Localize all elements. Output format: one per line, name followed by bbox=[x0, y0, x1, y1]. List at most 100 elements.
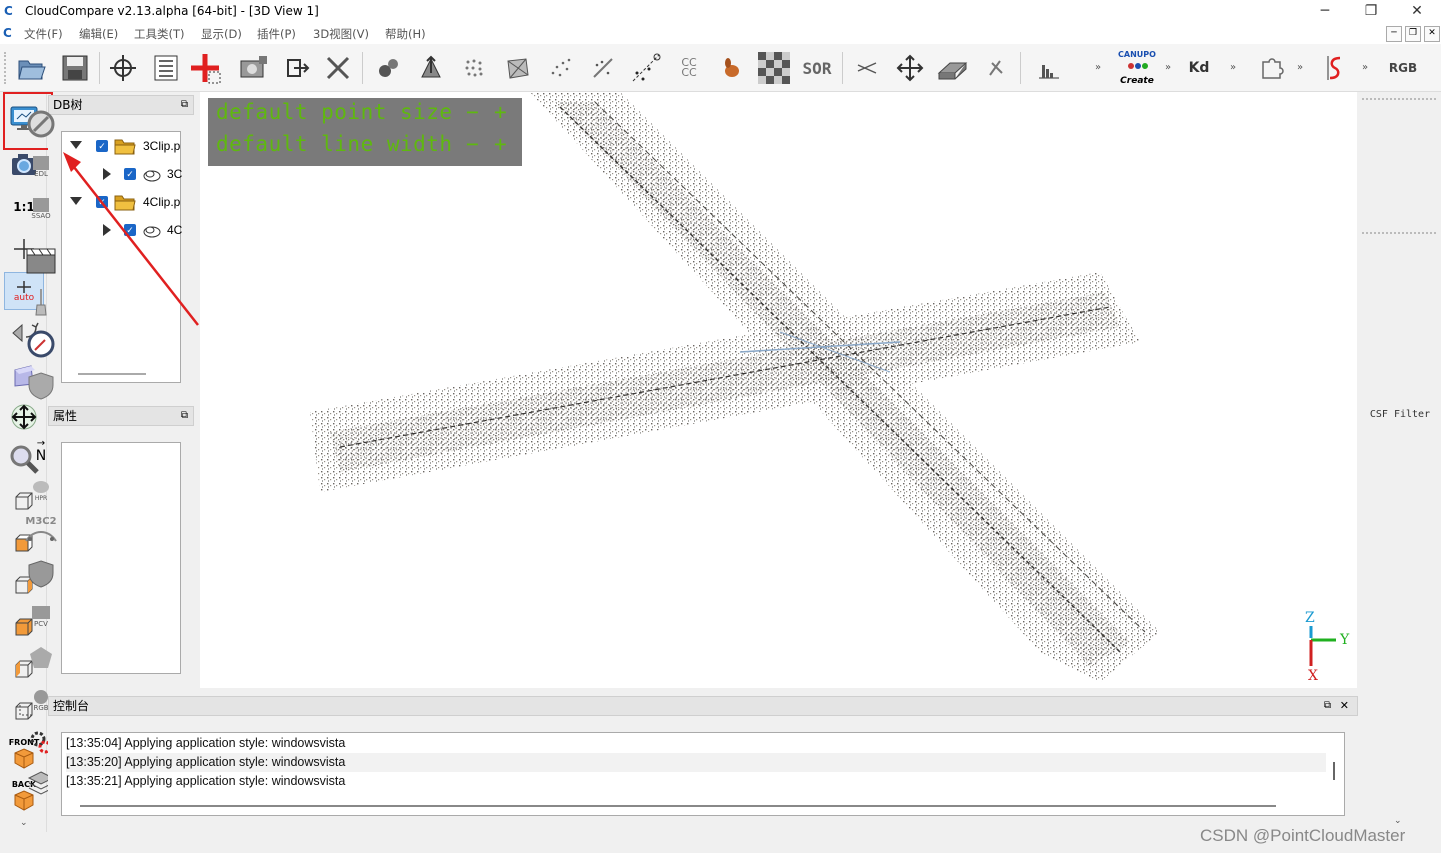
menu-display[interactable]: 显示(D) bbox=[201, 26, 242, 42]
plane-icon[interactable] bbox=[935, 50, 969, 86]
left-toolbar-overflow-icon[interactable]: ⌄ bbox=[20, 818, 28, 828]
add-point-icon[interactable] bbox=[188, 50, 222, 86]
right-toolbar-overflow-icon[interactable]: ⌄ bbox=[1394, 816, 1402, 826]
toolbar-separator bbox=[362, 52, 363, 84]
dbtree-header: DB树 ⧉ bbox=[48, 95, 194, 115]
clone-icon[interactable] bbox=[236, 50, 270, 86]
mdi-close-button[interactable]: ✕ bbox=[1424, 26, 1440, 42]
properties-header: 属性 ⧉ bbox=[48, 406, 194, 426]
dbtree-scrollbar[interactable] bbox=[78, 373, 146, 375]
app-logo-icon: C bbox=[4, 4, 13, 18]
save-icon[interactable] bbox=[58, 50, 92, 86]
float-panel-icon[interactable]: ⧉ bbox=[1324, 697, 1331, 715]
menu-bar: C 文件(F) 编辑(E) 工具类(T) 显示(D) 插件(P) 3D视图(V)… bbox=[0, 24, 1441, 44]
scatter-icon[interactable] bbox=[629, 50, 663, 86]
mesh-icon[interactable] bbox=[500, 50, 534, 86]
maximize-button[interactable]: ❐ bbox=[1348, 0, 1394, 24]
menu-plugins[interactable]: 插件(P) bbox=[257, 26, 296, 42]
ssao-button[interactable]: SSAO bbox=[20, 190, 62, 226]
console-vscrollbar[interactable] bbox=[1333, 762, 1335, 780]
puzzle-icon[interactable] bbox=[1254, 50, 1288, 86]
watermark: CSDN @PointCloudMaster bbox=[1200, 826, 1406, 845]
density-icon[interactable] bbox=[543, 50, 577, 86]
filter-icon[interactable] bbox=[586, 50, 620, 86]
csf-filter-button[interactable]: CSF Filter bbox=[1362, 409, 1438, 420]
mdi-minimize-button[interactable]: ─ bbox=[1386, 26, 1402, 42]
move-icon[interactable] bbox=[893, 50, 927, 86]
menu-tools[interactable]: 工具类(T) bbox=[134, 26, 185, 42]
cc-icon[interactable]: CC CC bbox=[672, 50, 706, 86]
3d-view[interactable] bbox=[200, 92, 1357, 688]
toolbar-separator bbox=[1020, 52, 1021, 84]
point-size-plus-button[interactable]: + bbox=[494, 100, 507, 124]
float-panel-icon[interactable]: ⧉ bbox=[181, 96, 188, 114]
compass-icon[interactable] bbox=[20, 326, 62, 362]
minimize-button[interactable]: ─ bbox=[1302, 0, 1348, 24]
menu-file[interactable]: 文件(F) bbox=[24, 26, 63, 42]
annotation-arrow-icon bbox=[63, 152, 199, 326]
toolbar-grip[interactable] bbox=[1362, 98, 1436, 100]
cut-icon[interactable] bbox=[850, 50, 884, 86]
line-width-minus-button[interactable]: − bbox=[466, 132, 479, 156]
console-title: 控制台 bbox=[53, 699, 90, 713]
export-icon[interactable] bbox=[280, 50, 314, 86]
histogram-icon[interactable] bbox=[1032, 50, 1066, 86]
toolbar-separator bbox=[842, 52, 843, 84]
menu-help[interactable]: 帮助(H) bbox=[385, 26, 426, 42]
console-hscrollbar[interactable] bbox=[80, 805, 1276, 807]
polygon-icon[interactable] bbox=[20, 640, 62, 676]
toolbar-grip[interactable] bbox=[4, 52, 10, 84]
float-panel-icon[interactable]: ⧉ bbox=[181, 407, 188, 425]
canupo-icon[interactable]: CANUPO Create bbox=[1112, 50, 1162, 88]
menu-edit[interactable]: 编辑(E) bbox=[79, 26, 118, 42]
hpr-button[interactable]: HPR bbox=[20, 472, 62, 508]
bunny-icon[interactable] bbox=[714, 50, 748, 86]
sample-icon[interactable] bbox=[457, 50, 491, 86]
properties-view[interactable] bbox=[61, 442, 181, 674]
close-panel-icon[interactable]: ✕ bbox=[1340, 697, 1349, 715]
brush-icon[interactable] bbox=[20, 284, 62, 320]
pcv-button[interactable]: PCV bbox=[20, 598, 62, 634]
log-line: [13:35:21] Applying application style: w… bbox=[66, 774, 346, 788]
title-bar: C CloudCompare v2.13.alpha [64-bit] - [3… bbox=[0, 0, 1441, 24]
point-size-minus-button[interactable]: − bbox=[466, 100, 479, 124]
list-icon[interactable] bbox=[149, 50, 183, 86]
console-header: 控制台 ⧉ ✕ bbox=[48, 696, 1358, 716]
toolbar-overflow-icon[interactable]: » bbox=[1095, 62, 1101, 73]
close-button[interactable]: ✕ bbox=[1394, 0, 1440, 24]
line-width-plus-button[interactable]: + bbox=[494, 132, 507, 156]
merge-icon[interactable] bbox=[371, 50, 405, 86]
checker-icon[interactable] bbox=[757, 50, 791, 86]
toolbar-overflow-icon[interactable]: » bbox=[1230, 62, 1236, 73]
toolbar-overflow-icon[interactable]: » bbox=[1297, 62, 1303, 73]
log-line: [13:35:04] Applying application style: w… bbox=[66, 736, 346, 750]
kd-icon[interactable]: Kd bbox=[1182, 50, 1216, 86]
line-width-label: default line width bbox=[216, 132, 453, 156]
window-title: CloudCompare v2.13.alpha [64-bit] - [3D … bbox=[25, 4, 319, 18]
sor-icon[interactable]: SOR bbox=[800, 50, 834, 86]
pick-icon[interactable] bbox=[106, 50, 140, 86]
rgb-icon[interactable]: RGB bbox=[1386, 50, 1420, 86]
axis-y-label: Y bbox=[1340, 632, 1350, 648]
axis-x-label: X bbox=[1308, 668, 1318, 684]
toolbar-overflow-icon[interactable]: » bbox=[1362, 62, 1368, 73]
toolbar-separator bbox=[99, 52, 100, 84]
align-icon[interactable] bbox=[978, 50, 1012, 86]
right-toolbar bbox=[1358, 92, 1441, 832]
normal-icon[interactable] bbox=[414, 50, 448, 86]
edl-button[interactable]: EDL bbox=[20, 148, 62, 184]
view-overlay-panel: default point size − + default line widt… bbox=[208, 98, 522, 166]
mdi-restore-button[interactable]: ❐ bbox=[1405, 26, 1421, 42]
disable-icon[interactable] bbox=[20, 106, 62, 142]
open-folder-icon[interactable] bbox=[14, 50, 48, 86]
m3c2-button[interactable]: M3C2 bbox=[20, 512, 62, 548]
s-icon[interactable] bbox=[1316, 50, 1350, 86]
toolbar-grip[interactable] bbox=[1362, 232, 1436, 234]
shield-icon[interactable] bbox=[20, 556, 62, 592]
north-button[interactable]: → N bbox=[20, 432, 62, 468]
menu-3dview[interactable]: 3D视图(V) bbox=[313, 26, 369, 42]
shield-icon[interactable] bbox=[20, 368, 62, 404]
animation-icon[interactable] bbox=[20, 242, 62, 278]
toolbar-overflow-icon[interactable]: » bbox=[1165, 62, 1171, 73]
delete-icon[interactable] bbox=[321, 50, 355, 86]
